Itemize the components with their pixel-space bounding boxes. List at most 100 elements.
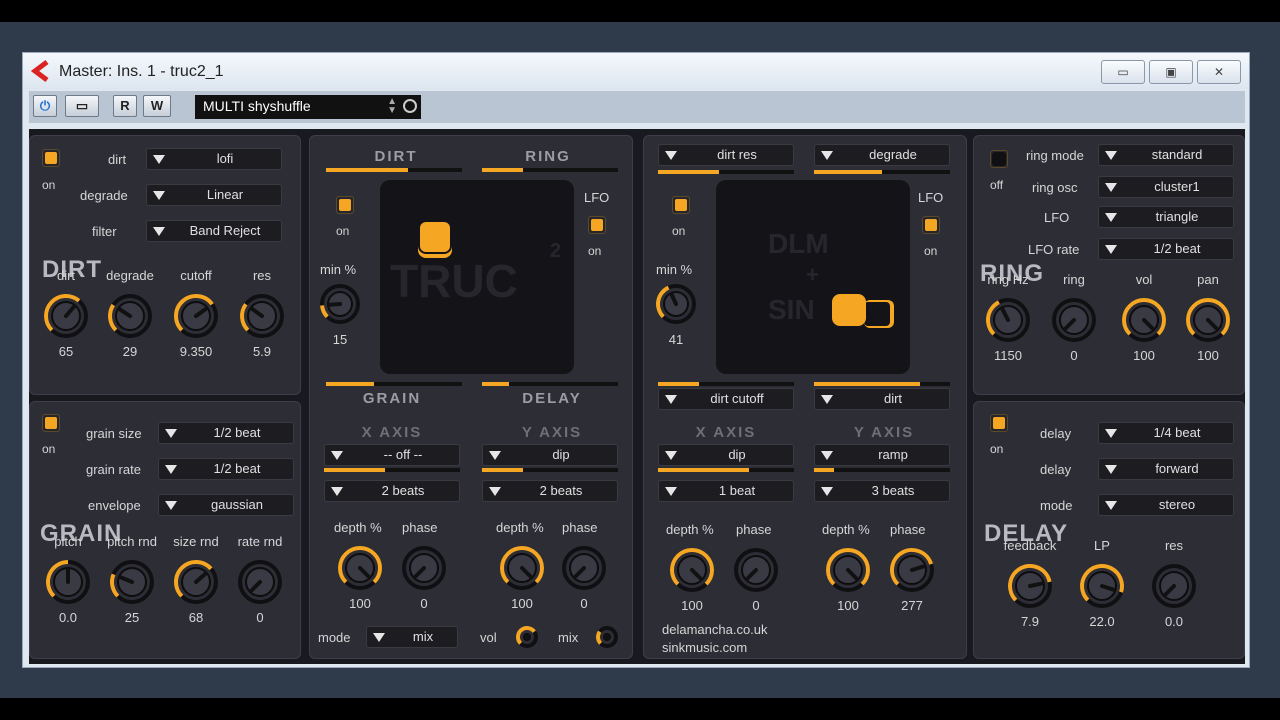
delay-on-label: on (990, 442, 1004, 456)
grain-knob[interactable] (44, 558, 92, 606)
xy2-on-toggle[interactable] (672, 196, 690, 214)
filter-dropdown[interactable]: Band Reject (146, 220, 282, 242)
minimize-button[interactable]: ▭ (1101, 60, 1145, 84)
xy2-bot-left-dropdown[interactable]: dirt cutoff (658, 388, 794, 410)
xy2-y-beats-dropdown[interactable]: 3 beats (814, 480, 950, 502)
xy2-bot-right-bar[interactable] (814, 382, 950, 386)
xy1-bot-left-bar[interactable] (326, 382, 462, 386)
preset-spinner[interactable]: ▲ ▼ (387, 97, 397, 116)
delay-knob-value: 22.0 (1089, 614, 1115, 629)
xy1-top-left-bar[interactable] (326, 168, 462, 172)
xy1-y-beats-dropdown[interactable]: 2 beats (482, 480, 618, 502)
dirt-on-toggle[interactable] (42, 149, 60, 167)
grain-size-dropdown[interactable]: 1/2 beat (158, 422, 294, 444)
xy1-knob[interactable] (498, 544, 546, 592)
dirt-knob[interactable] (238, 292, 286, 340)
ring-on-toggle[interactable] (990, 150, 1008, 168)
xy2-lfo-toggle[interactable] (922, 216, 940, 234)
read-automation-button[interactable]: R (113, 95, 137, 117)
xy2-x-bar[interactable] (658, 468, 794, 472)
close-button[interactable]: ✕ (1197, 60, 1241, 84)
delay-knob[interactable] (1078, 562, 1126, 610)
grain-knob[interactable] (172, 558, 220, 606)
xy2-top-right-bar[interactable] (814, 170, 950, 174)
delay-knob[interactable] (1150, 562, 1198, 610)
delay-direction-label: delay (1040, 462, 1072, 477)
xy1-vol-knob[interactable] (514, 624, 540, 650)
ring-lfo-rate-dropdown[interactable]: 1/2 beat (1098, 238, 1234, 260)
dirt-knob-value: 29 (122, 344, 138, 359)
dirt-type-dropdown[interactable]: lofi (146, 148, 282, 170)
xy2-knob[interactable] (888, 546, 936, 594)
dlm-logo: DLM (768, 228, 829, 259)
ring-knob[interactable] (1120, 296, 1168, 344)
envelope-dropdown[interactable]: gaussian (158, 494, 294, 516)
write-automation-button[interactable]: W (143, 95, 171, 117)
ring-mode-dropdown[interactable]: standard (1098, 144, 1234, 166)
xy2-y-bar[interactable] (814, 468, 950, 472)
delay-on-toggle[interactable] (990, 414, 1008, 432)
restore-button[interactable]: ▣ (1149, 60, 1193, 84)
xy1-lfo-toggle[interactable] (588, 216, 606, 234)
preset-browser-icon[interactable] (403, 99, 417, 113)
xy2-top-right-dropdown[interactable]: degrade (814, 144, 950, 166)
xy2-bot-left-bar[interactable] (658, 382, 794, 386)
xy1-on-toggle[interactable] (336, 196, 354, 214)
dirt-knob[interactable] (106, 292, 154, 340)
dirt-knob[interactable] (172, 292, 220, 340)
xy2-x-beats-dropdown[interactable]: 1 beat (658, 480, 794, 502)
xy1-x-bar[interactable] (324, 468, 460, 472)
xy1-min-knob[interactable] (318, 282, 362, 326)
xy1-top-right-bar[interactable] (482, 168, 618, 172)
xy1-mix-knob[interactable] (594, 624, 620, 650)
xy1-knob-value: 0 (420, 596, 428, 611)
xy1-knob[interactable] (336, 544, 384, 592)
ring-knob[interactable] (1050, 296, 1098, 344)
xy1-x-source-dropdown[interactable]: -- off -- (324, 444, 460, 466)
delay-time-dropdown[interactable]: 1/4 beat (1098, 422, 1234, 444)
ring-lfo-dropdown[interactable]: triangle (1098, 206, 1234, 228)
xy2-top-left-dropdown[interactable]: dirt res (658, 144, 794, 166)
xy2-knob-value: 277 (901, 598, 923, 613)
power-button[interactable]: ⏻ (33, 95, 57, 117)
xy1-y-bar[interactable] (482, 468, 618, 472)
dirt-knob[interactable] (42, 292, 90, 340)
xy2-knob[interactable] (824, 546, 872, 594)
grain-knob-value: 0.0 (58, 610, 78, 625)
xy1-mode-dropdown[interactable]: mix (366, 626, 458, 648)
xy1-y-source-dropdown[interactable]: dip (482, 444, 618, 466)
grain-rate-dropdown[interactable]: 1/2 beat (158, 458, 294, 480)
delay-direction-dropdown[interactable]: forward (1098, 458, 1234, 480)
preset-selector[interactable]: MULTI shyshuffle ▲ ▼ (195, 95, 421, 119)
grain-knob[interactable] (108, 558, 156, 606)
ring-knob[interactable] (1184, 296, 1232, 344)
xy2-top-left-bar[interactable] (658, 170, 794, 174)
delay-knob[interactable] (1006, 562, 1054, 610)
xy1-x-beats-dropdown[interactable]: 2 beats (324, 480, 460, 502)
grain-on-toggle[interactable] (42, 414, 60, 432)
ring-knob[interactable] (984, 296, 1032, 344)
xy2-min-knob[interactable] (654, 282, 698, 326)
xy2-knob[interactable] (668, 546, 716, 594)
xy1-knob[interactable] (560, 544, 608, 592)
ring-lfo-rate-label: LFO rate (1028, 242, 1080, 257)
xy1-pad[interactable]: TRUC 2 (380, 180, 574, 374)
grain-knob[interactable] (236, 558, 284, 606)
xy2-handle[interactable] (832, 294, 866, 326)
delay-mode-dropdown[interactable]: stereo (1098, 494, 1234, 516)
xy1-top-right-label: RING (525, 148, 571, 165)
credit-sinkmusic: sinkmusic.com (662, 640, 748, 655)
xy2-knob[interactable] (732, 546, 780, 594)
xy2-lfo-label: LFO (918, 190, 944, 205)
compare-button[interactable]: ▭ (65, 95, 99, 117)
xy2-bot-right-dropdown[interactable]: dirt (814, 388, 950, 410)
xy1-bot-right-bar[interactable] (482, 382, 618, 386)
xy2-x-source-dropdown[interactable]: dip (658, 444, 794, 466)
xy1-bot-left-label: GRAIN (362, 390, 422, 407)
xy1-handle[interactable] (418, 220, 452, 254)
degrade-dropdown[interactable]: Linear (146, 184, 282, 206)
ring-osc-dropdown[interactable]: cluster1 (1098, 176, 1234, 198)
xy2-pad[interactable]: DLM + SIN (716, 180, 910, 374)
xy2-y-source-dropdown[interactable]: ramp (814, 444, 950, 466)
xy1-knob[interactable] (400, 544, 448, 592)
